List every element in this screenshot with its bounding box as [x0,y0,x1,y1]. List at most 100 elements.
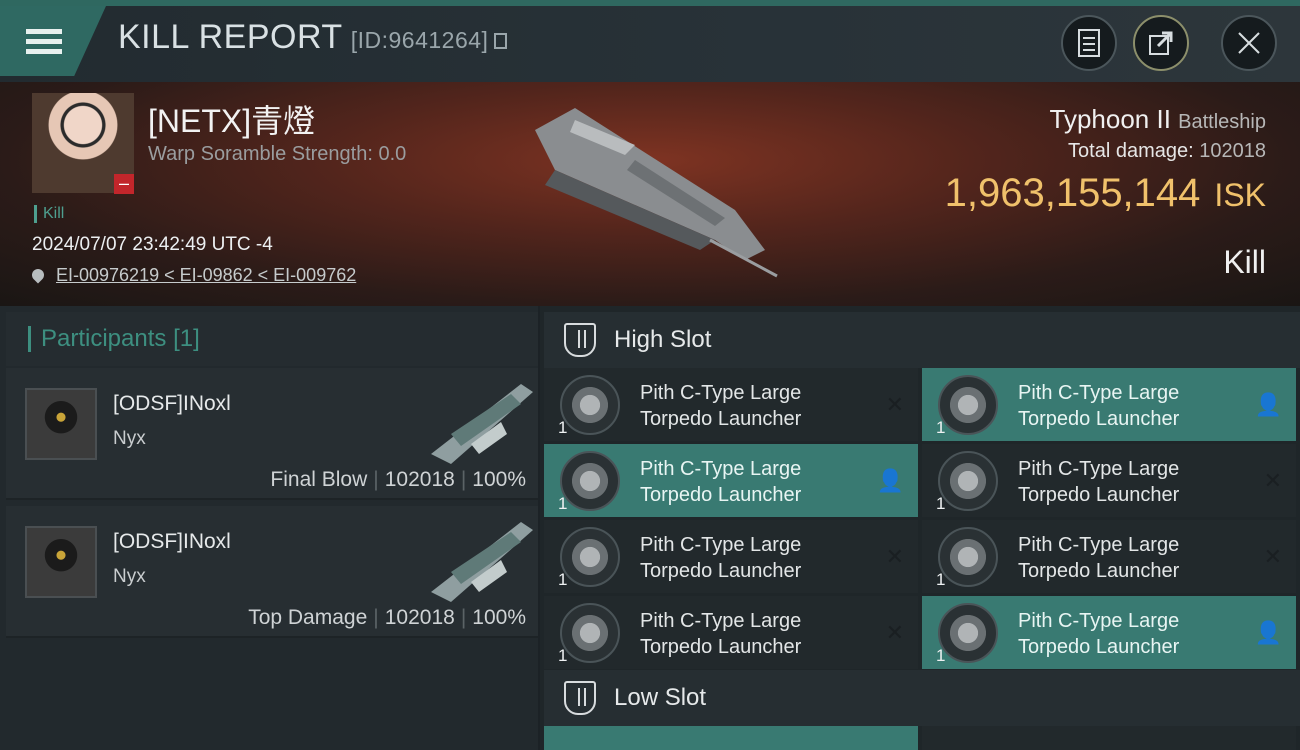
close-icon [1238,32,1260,54]
module-name: Pith C-Type Large Torpedo Launcher [1018,532,1179,584]
module-name-line1: Pith C-Type Large [640,534,802,556]
module-name-line2: Torpedo Launcher [1018,560,1180,582]
torpedo-launcher-icon [560,375,620,435]
participant-role: Final Blow [270,468,368,491]
ship-name: Typhoon II [1049,104,1171,134]
outcome-label: Kill [1223,244,1266,280]
module-name: Pith C-Type Large Torpedo Launcher [640,380,801,432]
torpedo-launcher-icon [938,603,998,663]
participant-row[interactable]: [ODSF]INoxl Nyx Top Damage | 102018 | 100% [6,506,538,638]
module-name: Pith C-Type Large Torpedo Launcher [640,608,801,660]
participant-ship: Nyx [113,566,146,587]
header-accent-bar [28,326,31,352]
module-name-line2: Torpedo Launcher [1018,408,1180,430]
low-slot-item[interactable] [922,726,1296,750]
low-slot-item[interactable] [544,726,918,750]
warp-scramble-strength: Warp Soramble Strength: 0.0 [148,143,407,165]
close-button[interactable] [1221,15,1277,71]
participant-stats: Final Blow | 102018 | 100% [270,468,526,491]
dropped-person-icon: 👤 [876,468,904,493]
share-button[interactable] [1133,15,1189,71]
isk-unit: ISK [1214,177,1266,213]
clipboard-button[interactable] [1061,15,1117,71]
copy-icon[interactable] [494,33,508,49]
module-name: Pith C-Type Large Torpedo Launcher [640,532,801,584]
module-item[interactable]: 1 Pith C-Type Large Torpedo Launcher 👤 [922,596,1296,669]
module-item[interactable]: 1 Pith C-Type Large Torpedo Launcher ✕ [922,520,1296,593]
module-quantity: 1 [558,570,568,589]
participant-percent: 100% [472,606,526,629]
module-item[interactable]: 1 Pith C-Type Large Torpedo Launcher 👤 [544,444,918,517]
module-name-line2: Torpedo Launcher [1018,484,1180,506]
ship-class: Battleship [1178,111,1266,133]
participant-percent: 100% [472,468,526,491]
participant-ship: Nyx [113,428,146,449]
participant-portrait [25,526,97,598]
module-name: Pith C-Type Large Torpedo Launcher [1018,608,1179,660]
participant-damage: 102018 [384,468,455,491]
participant-damage: 102018 [384,606,455,629]
high-slot-header: High Slot [544,312,1300,368]
title-text: KILL REPORT [118,18,343,56]
torpedo-launcher-icon [560,603,620,663]
torpedo-launcher-icon [560,527,620,587]
module-name-line2: Torpedo Launcher [640,484,802,506]
module-item[interactable]: 1 Pith C-Type Large Torpedo Launcher ✕ [544,596,918,669]
destroyed-x-icon: ✕ [885,620,904,645]
participant-ship-image [431,384,533,464]
destroyed-badge-icon: – [114,174,134,194]
module-name: Pith C-Type Large Torpedo Launcher [1018,456,1179,508]
kill-datetime: 2024/07/07 23:42:49 UTC -4 [32,234,273,255]
location-text: EI-00976219 < EI-09862 < EI-009762 [56,265,357,285]
torpedo-launcher-icon [938,527,998,587]
ship-image [535,108,778,278]
participant-name: [ODSF]INoxl [113,530,231,553]
module-name-line2: Torpedo Launcher [1018,636,1180,658]
module-item[interactable]: 1 Pith C-Type Large Torpedo Launcher ✕ [544,368,918,441]
destroyed-x-icon: ✕ [1263,468,1282,493]
module-name-line2: Torpedo Launcher [640,560,802,582]
participant-role: Top Damage [248,606,368,629]
module-quantity: 1 [558,646,568,665]
destroyed-x-icon: ✕ [885,544,904,569]
participant-row[interactable]: [ODSF]INoxl Nyx Final Blow | 102018 | 100% [6,368,538,500]
module-quantity: 1 [936,646,946,665]
participant-ship-image [431,522,533,602]
module-item[interactable]: 1 Pith C-Type Large Torpedo Launcher ✕ [544,520,918,593]
dropped-person-icon: 👤 [1254,392,1282,417]
low-slot-header: Low Slot [544,670,1300,726]
module-name-line1: Pith C-Type Large [640,458,802,480]
module-name-line1: Pith C-Type Large [1018,458,1180,480]
module-name-line1: Pith C-Type Large [1018,610,1180,632]
ship-type: Typhoon II Battleship [1050,104,1267,135]
module-name-line2: Torpedo Launcher [640,636,802,658]
module-quantity: 1 [558,494,568,513]
high-slot-label: High Slot [614,326,712,353]
module-item[interactable]: 1 Pith C-Type Large Torpedo Launcher 👤 [922,368,1296,441]
participants-header[interactable]: Participants [1] [6,312,538,366]
destroyed-x-icon: ✕ [1263,544,1282,569]
dropped-person-icon: 👤 [1254,620,1282,645]
location-link[interactable]: EI-00976219 < EI-09862 < EI-009762 [29,265,357,286]
low-slot-label: Low Slot [614,684,707,711]
module-item[interactable]: 1 Pith C-Type Large Torpedo Launcher ✕ [922,444,1296,517]
page-title: KILL REPORT [ID:9641264] [118,18,508,57]
location-pin-icon [29,266,47,284]
total-damage: Total damage: 102018 [1068,140,1266,163]
kill-tag: Kill [34,205,64,223]
module-slot-icon [564,681,596,715]
module-name-line2: Torpedo Launcher [640,408,802,430]
torpedo-launcher-icon [938,451,998,511]
torpedo-launcher-icon [560,451,620,511]
participant-portrait [25,388,97,460]
participant-stats: Top Damage | 102018 | 100% [248,606,526,629]
participants-label: Participants [41,325,167,352]
participant-name: [ODSF]INoxl [113,392,231,415]
victim-name: [NETX]青燈 [148,103,316,139]
module-quantity: 1 [936,570,946,589]
hamburger-icon [26,24,62,59]
report-id: [ID:9641264] [350,27,489,53]
isk-value: 1,963,155,144 ISK [945,171,1266,216]
total-damage-label: Total damage: [1068,140,1194,162]
torpedo-launcher-icon [938,375,998,435]
